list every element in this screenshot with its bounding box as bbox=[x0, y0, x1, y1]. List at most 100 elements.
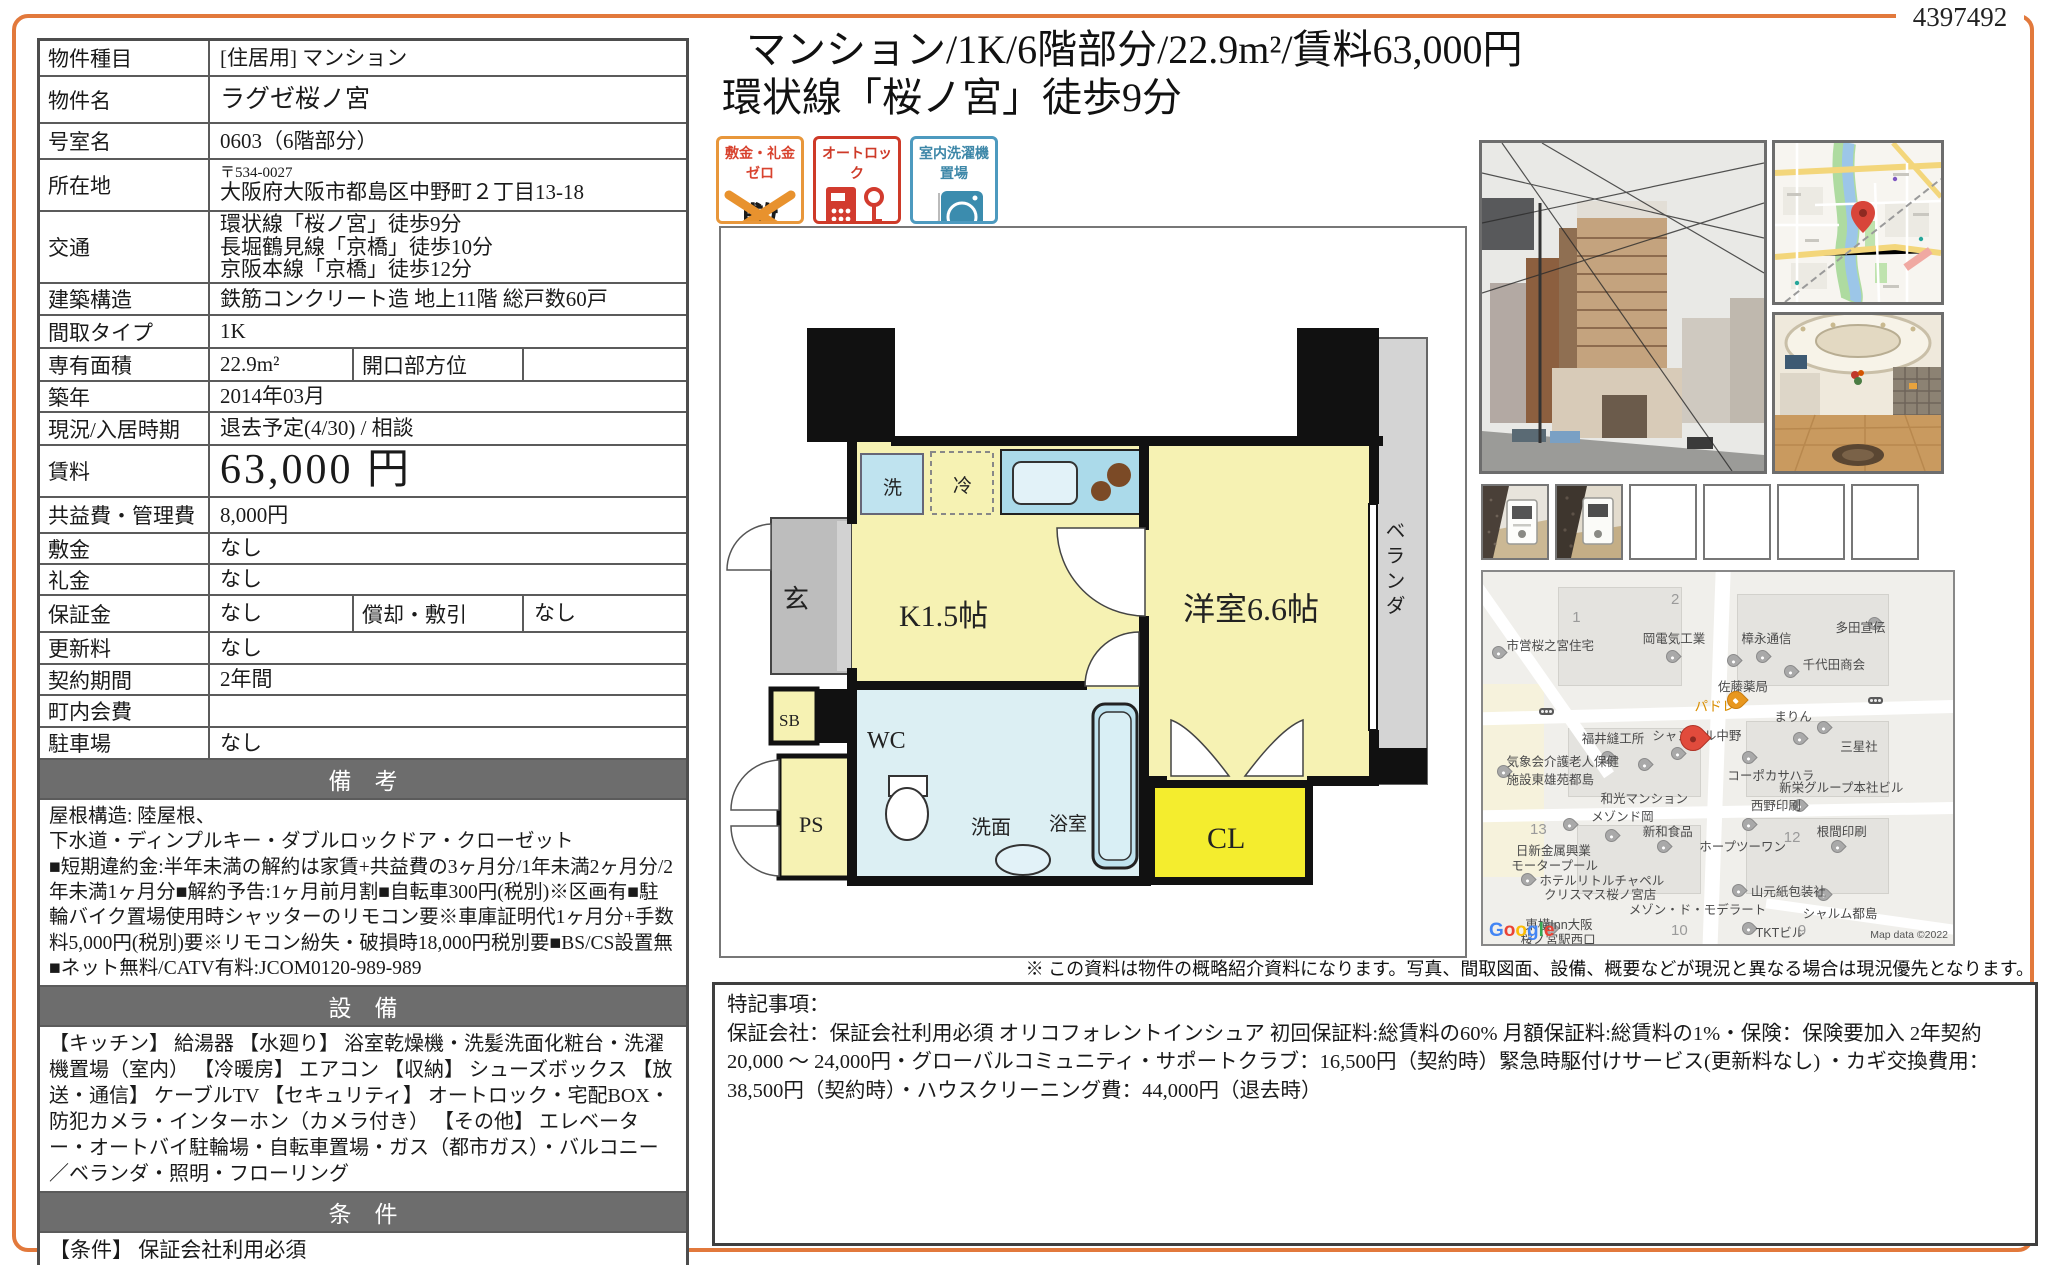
google-letter: g bbox=[1527, 920, 1539, 941]
burner bbox=[1091, 481, 1111, 501]
floor-plan-drawing: 玄 K1.5帖 洋室6.6帖 WC 洗面 浴室 SB PS CL 洗 冷 bbox=[721, 228, 1465, 956]
map-pin-icon bbox=[1729, 882, 1747, 900]
toilet bbox=[886, 788, 928, 840]
rent-amount: 63,000 円 bbox=[210, 446, 686, 496]
map-label: 12 bbox=[1784, 829, 1801, 846]
pillar bbox=[1297, 328, 1379, 444]
row-property-name: 物件名 ラグゼ桜ノ宮 bbox=[40, 77, 686, 124]
ps-label: PS bbox=[799, 812, 823, 837]
row-contract-period: 契約期間 2年間 bbox=[40, 665, 686, 696]
map-label: 多田宣伝 bbox=[1836, 617, 1886, 636]
pillar bbox=[807, 328, 895, 442]
row-parking: 駐車場 なし bbox=[40, 728, 686, 760]
washer-label: 洗 bbox=[883, 477, 902, 499]
room-label: 洋室6.6帖 bbox=[1183, 591, 1319, 627]
area-map-thumbnail bbox=[1772, 140, 1944, 305]
veranda-label: ベランダ bbox=[1379, 520, 1408, 620]
row-value: 鉄筋コンクリート造 地上11階 総戸数60戸 bbox=[210, 284, 686, 314]
fridge-label: 冷 bbox=[953, 475, 972, 497]
property-spec-table: 物件種目 [住居用] マンション 物件名 ラグゼ桜ノ宮 号室名 0603（6階部… bbox=[37, 38, 689, 1265]
row-label: 物件名 bbox=[40, 77, 210, 122]
thumbnail-empty bbox=[1703, 484, 1771, 560]
map-label: 気象会介護老人保健 bbox=[1507, 751, 1620, 770]
row-rent: 賃料 63,000 円 bbox=[40, 446, 686, 498]
row-value: ラグゼ桜ノ宮 bbox=[210, 77, 686, 122]
document-number: 4397492 bbox=[1896, 0, 2024, 34]
row-layout-type: 間取タイプ 1K bbox=[40, 316, 686, 349]
map-label: 千代田商会 bbox=[1803, 654, 1866, 673]
row-label: 更新料 bbox=[40, 633, 210, 663]
row-label: 賃料 bbox=[40, 446, 210, 496]
row-value bbox=[210, 696, 686, 726]
property-flyer: 4397492 物件種目 [住居用] マンション 物件名 ラグゼ桜ノ宮 号室名 … bbox=[0, 0, 2056, 1265]
map-label: 樟永通信 bbox=[1742, 628, 1792, 647]
sb-label: SB bbox=[779, 711, 800, 730]
entrance-lobby-photo bbox=[1772, 312, 1944, 474]
badge-title: 室内洗濯機置場 bbox=[913, 139, 995, 183]
feature-badges: 敷金・礼金ゼロ 敷礼. オートロック bbox=[716, 136, 998, 224]
row-label-2: 償却・敷引 bbox=[352, 596, 524, 631]
row-label-2: 開口部方位 bbox=[352, 349, 524, 380]
row-value: なし bbox=[210, 565, 686, 594]
map-label: 2 bbox=[1671, 591, 1679, 608]
map-label: 新栄グループ本社ビル bbox=[1779, 777, 1903, 796]
row-value: 22.9m² bbox=[210, 349, 352, 380]
postal-code: 〒534-0027 bbox=[220, 166, 293, 181]
map-label: 福井縫工所 bbox=[1582, 728, 1645, 747]
thumbnail-empty bbox=[1851, 484, 1919, 560]
address-text: 大阪府大阪市都島区中野町２丁目13-18 bbox=[220, 181, 584, 204]
special-notes-title: 特記事項： bbox=[727, 991, 2023, 1020]
thumbnail-intercom-2 bbox=[1555, 484, 1623, 560]
badge-title: 敷金・礼金ゼロ bbox=[719, 139, 801, 183]
special-notes-body: 保証会社：保証会社利用必須 オリコフォレントインシュア 初回保証料:総賃料の60… bbox=[727, 1020, 2023, 1106]
row-label: 間取タイプ bbox=[40, 316, 210, 347]
title-line-1: マンション/1K/6階部分/22.9m²/賃料63,000円 bbox=[722, 26, 1782, 74]
row-value: [住居用] マンション bbox=[210, 41, 686, 75]
row-value: なし bbox=[210, 633, 686, 663]
row-property-type: 物件種目 [住居用] マンション bbox=[40, 41, 686, 77]
map-label: 山元紙包装社 bbox=[1751, 881, 1826, 900]
row-value: 2年間 bbox=[210, 665, 686, 694]
title-line-2: 環状線「桜ノ宮」徒歩9分 bbox=[722, 74, 1782, 122]
washbasin bbox=[996, 845, 1050, 875]
row-label: 建築構造 bbox=[40, 284, 210, 314]
map-label: 佐藤薬局 bbox=[1718, 676, 1768, 695]
badge-title: オートロック bbox=[816, 139, 898, 183]
row-guarantee-money: 保証金 なし 償却・敷引 なし bbox=[40, 596, 686, 633]
row-value: なし bbox=[210, 534, 686, 563]
map-label: 和光マンション bbox=[1601, 788, 1689, 807]
map-label: 9 bbox=[1798, 922, 1806, 939]
row-management-fee: 共益費・管理費 8,000円 bbox=[40, 498, 686, 534]
photo-thumbnails bbox=[1481, 484, 1919, 560]
row-transport: 交通 環状線「桜ノ宮」徒歩9分 長堀鶴見線「京橋」徒歩10分 京阪本線「京橋」徒… bbox=[40, 212, 686, 284]
page-title: マンション/1K/6階部分/22.9m²/賃料63,000円 環状線「桜ノ宮」徒… bbox=[722, 26, 1782, 122]
window bbox=[1369, 504, 1377, 730]
row-label: 駐車場 bbox=[40, 728, 210, 758]
google-letter: e bbox=[1544, 920, 1555, 941]
burner bbox=[1107, 463, 1131, 487]
map-label: 10 bbox=[1671, 922, 1688, 939]
row-deposit: 敷金 なし bbox=[40, 534, 686, 565]
equipment-text: 【キッチン】 給湯器 【水廻り】 浴室乾燥機・洗髪洗面化粧台・洗濯機置場（室内）… bbox=[40, 1027, 686, 1193]
row-structure: 建築構造 鉄筋コンクリート造 地上11階 総戸数60戸 bbox=[40, 284, 686, 316]
wc-label: WC bbox=[867, 728, 906, 754]
special-notes-box: 特記事項： 保証会社：保証会社利用必須 オリコフォレントインシュア 初回保証料:… bbox=[712, 982, 2038, 1246]
row-label: 契約期間 bbox=[40, 665, 210, 694]
row-address: 所在地 〒534-0027 大阪府大阪市都島区中野町２丁目13-18 bbox=[40, 160, 686, 212]
row-value: 0603（6階部分） bbox=[210, 124, 686, 158]
remarks-header: 備 考 bbox=[40, 760, 686, 800]
entry-door-arc bbox=[727, 524, 771, 570]
no-deposit-icon: 敷礼. bbox=[719, 191, 801, 224]
remarks-text: 屋根構造: 陸屋根、 下水道・ディンプルキー・ダブルロックドア・クローゼット ■… bbox=[40, 800, 686, 987]
map-label: まりん bbox=[1774, 706, 1812, 725]
row-value: 〒534-0027 大阪府大阪市都島区中野町２丁目13-18 bbox=[210, 160, 686, 210]
row-label: 交通 bbox=[40, 212, 210, 282]
row-key-money: 礼金 なし bbox=[40, 565, 686, 596]
row-availability: 現況/入居時期 退去予定(4/30) / 相談 bbox=[40, 413, 686, 446]
row-renewal-fee: 更新料 なし bbox=[40, 633, 686, 665]
traffic-signal-icon bbox=[1539, 708, 1554, 715]
row-label: 築年 bbox=[40, 382, 210, 411]
map-label: ホープツーワン bbox=[1699, 836, 1786, 855]
row-label: 町内会費 bbox=[40, 696, 210, 726]
row-town-fee: 町内会費 bbox=[40, 696, 686, 728]
